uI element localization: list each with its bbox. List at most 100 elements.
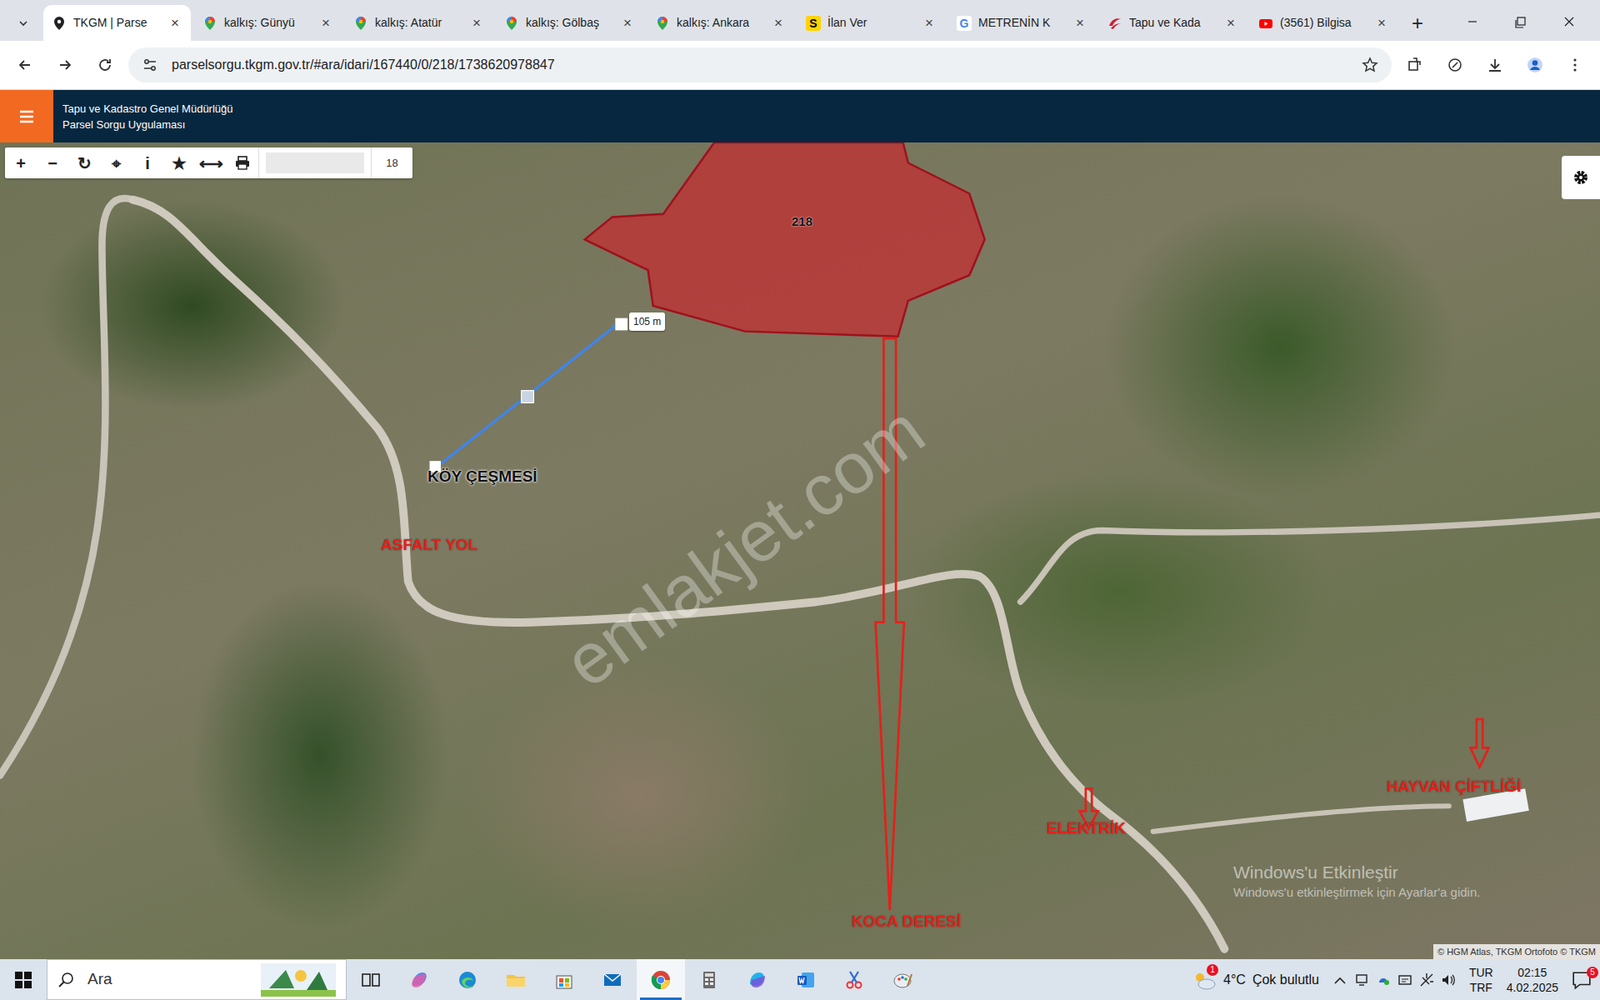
minimize-icon [1465,15,1480,29]
extensions-button[interactable] [1398,48,1432,82]
browser-tab[interactable]: Sİlan Ver× [797,5,945,41]
search-placeholder[interactable]: Ara [87,967,248,992]
tab-close-button[interactable]: × [318,12,334,35]
edge-icon [456,969,479,991]
taskbar-app[interactable] [443,959,492,1000]
tab-label: TKGM | Parse [73,14,161,32]
address-text[interactable]: parselsorgu.tkgm.gov.tr/#ara/idari/16744… [171,55,1349,75]
taskbar-search[interactable]: Ara [46,959,347,1000]
tab-close-button[interactable]: × [167,12,183,35]
chrome-icon [650,969,672,991]
taskbar-app[interactable] [636,959,685,1000]
site-info-icon[interactable] [141,56,159,74]
taskbar-app[interactable] [491,959,540,1000]
clock[interactable]: 02:154.02.2025 [1506,965,1559,995]
taskbar-app[interactable] [830,959,879,1000]
menu-button[interactable] [1558,48,1592,82]
meet-icon[interactable] [1354,972,1370,988]
taskbar-app[interactable] [395,959,444,1000]
close-window-button[interactable] [1545,5,1594,39]
map-tool-button[interactable]: ⌖ [100,147,132,179]
tool-glyph: ⟷ [199,150,224,176]
browser-tab[interactable]: kalkış: Atatür× [345,5,493,41]
copilot-icon [408,969,430,991]
parcel-label[interactable]: 218 [791,212,813,232]
tab-search-button[interactable] [6,6,40,40]
weather-badge: 1 [1206,964,1219,976]
notification-count: 5 [1586,966,1599,979]
taskbar-app[interactable] [685,959,734,1000]
forward-button[interactable] [48,48,82,82]
tab-close-button[interactable]: × [1072,12,1088,35]
restore-button[interactable] [1496,5,1545,39]
restore-icon [1513,15,1529,29]
tab-close-button[interactable]: × [1223,12,1239,35]
browser-tab[interactable]: kalkış: Gölbaş× [495,5,644,41]
map-tool-button[interactable]: i [131,147,164,179]
taskbar-app[interactable] [878,959,927,1000]
tab-favicon-icon: G [956,15,972,31]
minimize-button[interactable] [1448,5,1497,39]
browser-tab[interactable]: TKGM | Parse × [43,5,191,41]
taskbar-app[interactable] [588,959,637,1000]
parcel-search-field[interactable] [258,147,371,179]
notification-button[interactable]: 5 [1571,970,1592,990]
tab-close-button[interactable]: × [469,12,485,35]
map-tool-button[interactable] [226,147,259,179]
settings-button[interactable] [1561,155,1600,200]
map-tool-button[interactable]: ★ [163,147,195,179]
weather-widget[interactable]: 14°CÇok bulutlu [1191,969,1320,991]
map-label: KÖY ÇEŞMESİ [425,467,540,487]
reload-button[interactable] [88,48,122,82]
tab-close-button[interactable]: × [620,12,635,35]
browser-tab[interactable]: kalkış: Ankara× [646,5,795,41]
maps-favicon-icon [353,15,369,31]
system-tray: 14°CÇok bulutlu TURTRF 02:154.02.2025 5 [1191,959,1600,1000]
browser-tab[interactable]: (3561) Bilgisa× [1250,5,1398,41]
show-hidden-icon[interactable] [1332,972,1348,988]
word-icon [795,969,817,991]
download-button[interactable] [1478,48,1512,82]
calculator-icon [698,969,720,991]
volume-icon[interactable] [1440,972,1456,988]
back-button[interactable] [8,48,42,82]
forward-icon [56,56,74,74]
clock-time: 02:15 [1506,965,1559,980]
performance-button[interactable] [1438,48,1472,82]
profile-button[interactable] [1518,48,1552,82]
network-icon[interactable] [1397,972,1413,988]
browser-tab[interactable]: kalkış: Günyü× [194,5,342,41]
start-button[interactable] [0,959,47,1000]
map-tool-button[interactable]: ↻ [68,147,100,179]
tab-close-button[interactable]: × [770,12,786,35]
print-icon [234,155,251,172]
browser-tab[interactable]: GMETRENİN K× [948,5,1096,41]
menu-button[interactable] [0,90,54,143]
taskbar-app[interactable] [733,959,782,1000]
new-tab-button[interactable]: + [1400,6,1435,40]
onedrive-icon[interactable] [1375,972,1391,988]
map[interactable]: emlakjet.com218105 mKÖY ÇEŞMESİASFALT YO… [0,142,1600,960]
map-tool-button[interactable]: ⟷ [195,147,227,179]
input-language[interactable]: TURTRF [1469,965,1494,995]
address-bar[interactable]: parselsorgu.tkgm.gov.tr/#ara/idari/16744… [128,47,1392,83]
taskbar-app[interactable] [540,959,589,1000]
tab-close-button[interactable]: × [921,12,937,35]
taskbar: Ara 14°CÇok bulutlu TURTRF 02:154.02.2025 5 [0,959,1600,1000]
taskbar-app[interactable] [346,959,395,1000]
bookmark-star-icon[interactable] [1361,56,1379,74]
paint-icon [891,969,914,991]
tool-glyph: + [15,150,26,176]
browser-tab[interactable]: Tapu ve Kada× [1099,5,1247,41]
map-tool-button[interactable]: − [36,147,69,179]
tab-close-button[interactable]: × [1374,12,1390,35]
map-tool-button[interactable]: + [5,147,37,179]
m365-icon [746,969,769,991]
extensions-icon [1406,56,1424,74]
gear-icon [1571,168,1590,187]
activation-line: Windows'u etkinleştirmek için Ayarlar'a … [1233,884,1480,901]
hamburger-icon [19,109,35,125]
airplane-icon[interactable] [1419,972,1435,988]
taskbar-app[interactable] [781,959,830,1000]
map-toolbar: +−↻⌖i★⟷18 [5,147,413,179]
